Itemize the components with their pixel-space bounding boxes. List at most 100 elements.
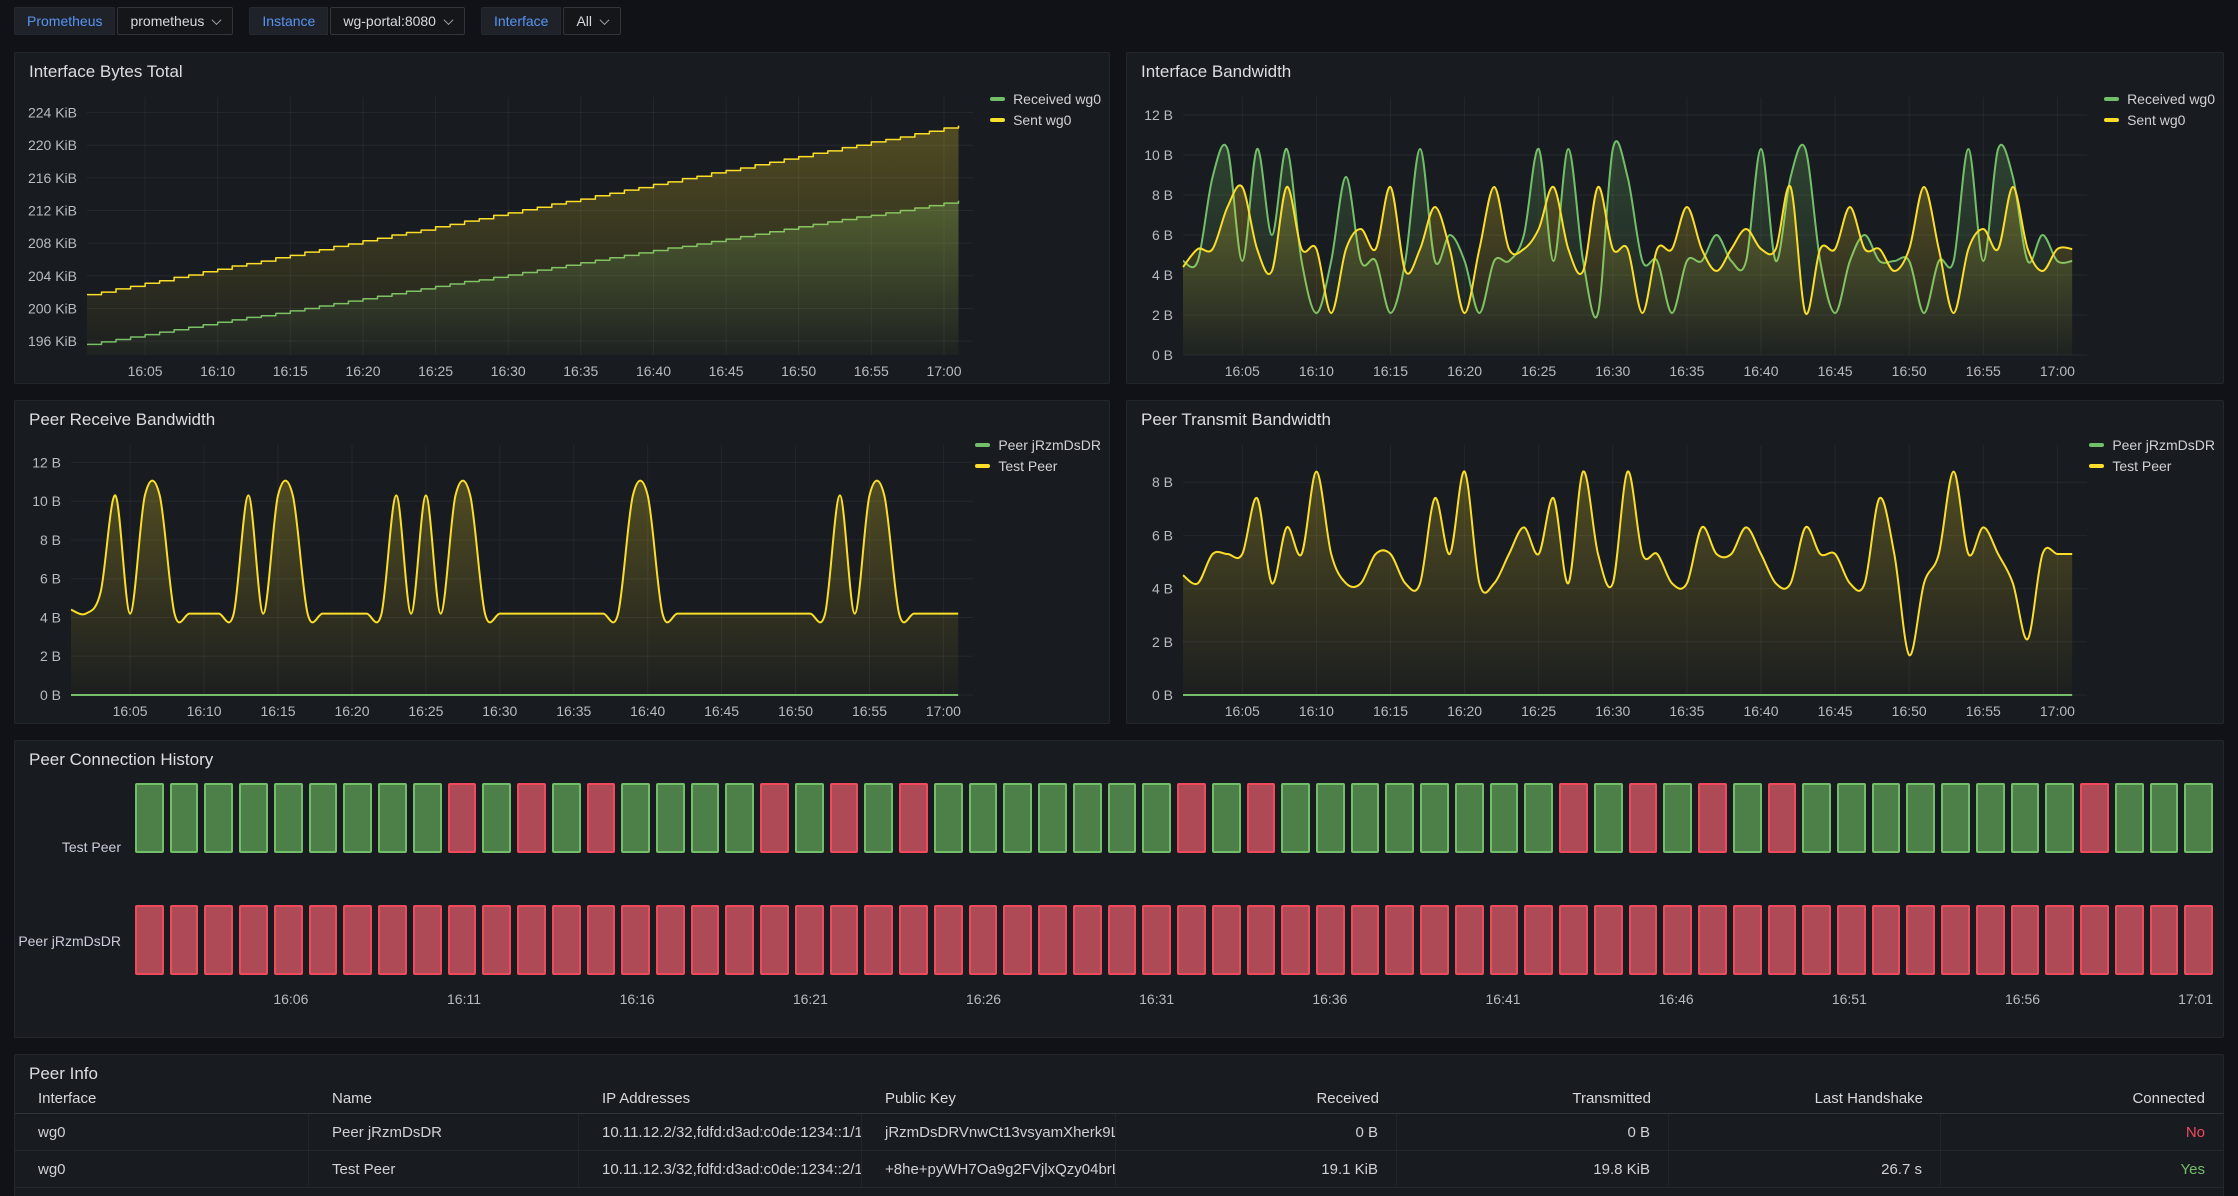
legend-label: Sent wg0 — [1013, 112, 1071, 128]
timeline-bar-disconnected — [1698, 783, 1727, 853]
x-tick-label: 17:00 — [2040, 703, 2075, 719]
legend-item[interactable]: Test Peer — [2089, 458, 2215, 474]
x-tick-label: 16:50 — [1892, 703, 1927, 719]
legend-item[interactable]: Received wg0 — [2104, 91, 2215, 107]
timeseries-chart[interactable]: 12 B10 B8 B6 B4 B2 B0 B16:0516:1016:1516… — [15, 431, 981, 725]
panel-peer-connection-history: Peer Connection History Test Peer Peer j… — [14, 740, 2224, 1038]
variable-select-instance[interactable]: wg-portal:8080 — [330, 7, 465, 35]
column-header[interactable]: Received — [1116, 1083, 1397, 1113]
table-cell: wg0 — [15, 1151, 309, 1187]
legend-item[interactable]: Sent wg0 — [2104, 112, 2215, 128]
y-tick-label: 8 B — [40, 532, 61, 548]
legend-label: Received wg0 — [2127, 91, 2215, 107]
y-tick-label: 12 B — [32, 454, 61, 470]
timeline-bar-connected — [170, 783, 199, 853]
column-header[interactable]: Interface — [15, 1083, 309, 1113]
timeline-bar-connected — [1594, 783, 1623, 853]
timeseries-chart[interactable]: 12 B10 B8 B6 B4 B2 B0 B16:0516:1016:1516… — [1127, 83, 2095, 385]
legend-item[interactable]: Test Peer — [975, 458, 1101, 474]
table-body: wg0Peer jRzmDsDR10.11.12.2/32,fdfd:d3ad:… — [15, 1114, 2223, 1188]
variable-select-interface[interactable]: All — [563, 7, 621, 35]
legend-item[interactable]: Peer jRzmDsDR — [975, 437, 1101, 453]
timeline-bar-disconnected — [482, 905, 511, 975]
panel-title[interactable]: Interface Bytes Total — [15, 53, 1109, 82]
table-cell: wg0 — [15, 1114, 309, 1150]
table-cell: 0 B — [1116, 1114, 1397, 1150]
x-tick-label: 16:35 — [556, 703, 591, 719]
timeline-bar-disconnected — [1976, 905, 2005, 975]
column-header[interactable]: Connected — [1941, 1083, 2223, 1113]
timeline-bar-disconnected — [587, 783, 616, 853]
variable-select-prometheus[interactable]: prometheus — [117, 7, 233, 35]
timeline-bar-disconnected — [1142, 905, 1171, 975]
series-dash-icon — [2089, 464, 2104, 468]
timeline-bar-disconnected — [760, 905, 789, 975]
timeline-bar-disconnected — [1594, 905, 1623, 975]
legend-label: Peer jRzmDsDR — [998, 437, 1101, 453]
x-tick-label: 16:50 — [1892, 363, 1927, 379]
timeline-bar-connected — [1941, 783, 1970, 853]
timeline-bar-disconnected — [135, 905, 164, 975]
panel-title[interactable]: Peer Connection History — [15, 741, 2223, 770]
timeline-bar-disconnected — [1524, 905, 1553, 975]
timeline-bar-connected — [2115, 783, 2144, 853]
timeline-bar-connected — [1837, 783, 1866, 853]
timeseries-chart[interactable]: 8 B6 B4 B2 B0 B16:0516:1016:1516:2016:25… — [1127, 431, 2095, 725]
table-cell: 19.1 KiB — [1116, 1151, 1397, 1187]
y-tick-label: 2 B — [1152, 307, 1173, 323]
y-tick-label: 2 B — [1152, 634, 1173, 650]
column-header[interactable]: Transmitted — [1397, 1083, 1669, 1113]
chevron-down-icon — [212, 15, 222, 25]
column-header[interactable]: Last Handshake — [1669, 1083, 1941, 1113]
timeline-x-tick-label: 16:56 — [2005, 991, 2040, 1007]
panel-interface-bytes-total: Interface Bytes Total 224 KiB220 KiB216 … — [14, 52, 1110, 384]
panel-title[interactable]: Peer Info — [15, 1055, 2223, 1084]
column-header[interactable]: Public Key — [862, 1083, 1116, 1113]
timeline-x-tick-label: 16:21 — [793, 991, 828, 1007]
y-tick-label: 6 B — [1152, 527, 1173, 543]
panel-title[interactable]: Peer Transmit Bandwidth — [1127, 401, 2223, 430]
legend-label: Received wg0 — [1013, 91, 1101, 107]
timeline-bar-disconnected — [517, 905, 546, 975]
timeline-bar-disconnected — [343, 905, 372, 975]
timeline-bar-disconnected — [830, 783, 859, 853]
timeseries-chart[interactable]: 224 KiB220 KiB216 KiB212 KiB208 KiB204 K… — [15, 83, 981, 385]
timeline-bar-disconnected — [1247, 905, 1276, 975]
panel-title[interactable]: Peer Receive Bandwidth — [15, 401, 1109, 430]
legend-label: Test Peer — [2112, 458, 2171, 474]
x-tick-label: 16:45 — [1818, 363, 1853, 379]
timeline-bar-connected — [795, 783, 824, 853]
legend-item[interactable]: Peer jRzmDsDR — [2089, 437, 2215, 453]
timeline-bar-disconnected — [1629, 905, 1658, 975]
timeline-bar-disconnected — [1802, 905, 1831, 975]
timeline-bar-connected — [1385, 783, 1414, 853]
x-tick-label: 16:15 — [1373, 363, 1408, 379]
x-tick-label: 16:20 — [1447, 703, 1482, 719]
x-tick-label: 16:30 — [491, 363, 526, 379]
timeline-bar-connected — [1455, 783, 1484, 853]
timeline-bar-disconnected — [1073, 905, 1102, 975]
timeline-bar-disconnected — [1768, 783, 1797, 853]
legend-item[interactable]: Sent wg0 — [990, 112, 1101, 128]
x-tick-label: 16:30 — [1595, 703, 1630, 719]
x-tick-label: 16:55 — [1966, 703, 2001, 719]
table-cell: Test Peer — [309, 1151, 579, 1187]
column-header[interactable]: IP Addresses — [579, 1083, 862, 1113]
x-tick-label: 16:20 — [334, 703, 369, 719]
column-header[interactable]: Name — [309, 1083, 579, 1113]
timeline-bar-disconnected — [448, 783, 477, 853]
table-row: wg0Peer jRzmDsDR10.11.12.2/32,fdfd:d3ad:… — [15, 1114, 2223, 1151]
legend-item[interactable]: Received wg0 — [990, 91, 1101, 107]
timeline-x-tick-label: 16:16 — [620, 991, 655, 1007]
series-dash-icon — [2104, 118, 2119, 122]
x-tick-label: 16:50 — [778, 703, 813, 719]
timeline-bar-connected — [2150, 783, 2179, 853]
timeline-bar-connected — [1316, 783, 1345, 853]
x-tick-label: 16:50 — [781, 363, 816, 379]
x-tick-label: 16:25 — [1521, 703, 1556, 719]
timeline-bar-connected — [378, 783, 407, 853]
table-cell: 10.11.12.2/32,fdfd:d3ad:c0de:1234::1/128 — [579, 1114, 862, 1150]
timeline-x-tick-label: 16:51 — [1832, 991, 1867, 1007]
panel-title[interactable]: Interface Bandwidth — [1127, 53, 2223, 82]
timeline-bar-connected — [1872, 783, 1901, 853]
